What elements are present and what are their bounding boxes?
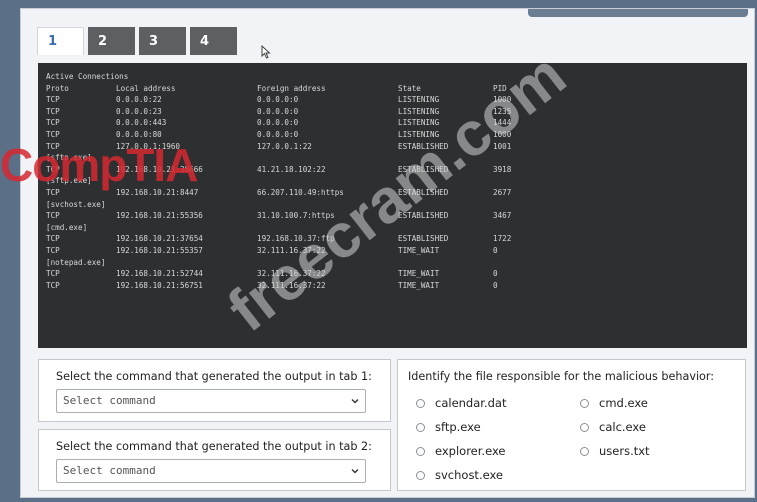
option-calendar-dat[interactable]: calendar.dat: [416, 396, 506, 410]
option-users-txt[interactable]: users.txt: [580, 444, 650, 458]
tab-3[interactable]: 3: [139, 27, 186, 55]
cell-pid: 1722: [493, 234, 512, 244]
tab-bar: 1 2 3 4: [37, 27, 237, 55]
cell-foreign-address: 0.0.0.0:0: [257, 118, 299, 128]
tab-1[interactable]: 1: [37, 27, 84, 55]
terminal-header-row: Proto Local address Foreign address Stat…: [46, 83, 737, 95]
cell-pid: 2677: [493, 187, 512, 197]
question-1-label: Select the command that generated the ou…: [56, 370, 372, 383]
radio-icon[interactable]: [416, 470, 425, 480]
option-label: sftp.exe: [435, 420, 481, 434]
tab-2[interactable]: 2: [88, 27, 135, 55]
mouse-cursor-icon: [261, 45, 271, 59]
connection-row: TCP 0.0.0.0:23 0.0.0.0:0 LISTENING 1235: [46, 106, 737, 118]
tab-4[interactable]: 4: [190, 27, 237, 55]
cell-proto: TCP: [46, 269, 60, 279]
exam-frame: 1 2 3 4 Active Connections Proto Local a…: [20, 8, 755, 498]
cell-local-address: 192.168.10.21:55357: [116, 245, 203, 255]
cell-state: TIME_WAIT: [398, 269, 440, 279]
tab1-command-select[interactable]: Select command: [56, 389, 366, 413]
cell-pid: 0: [493, 245, 498, 255]
option-label: svchost.exe: [435, 468, 504, 482]
cell-pid: 0: [493, 269, 498, 279]
cell-state: TIME_WAIT: [398, 280, 440, 290]
question-3-panel: Identify the file responsible for the ma…: [397, 359, 746, 491]
question-1-panel: Select the command that generated the ou…: [38, 359, 391, 422]
cell-foreign-address: 127.0.0.1:22: [257, 141, 312, 151]
option-label: users.txt: [599, 444, 650, 458]
cell-local-address: 192.168.10.21:55356: [116, 211, 203, 221]
cell-proto: TCP: [46, 234, 60, 244]
radio-icon[interactable]: [580, 446, 589, 456]
chevron-down-icon: [351, 399, 359, 404]
option-explorer-exe[interactable]: explorer.exe: [416, 444, 506, 458]
cell-local-address: 0.0.0.0:22: [116, 95, 162, 105]
cell-pid: 3918: [493, 164, 512, 174]
cell-foreign-address: 0.0.0.0:0: [257, 106, 299, 116]
option-label: calc.exe: [599, 420, 646, 434]
option-label: cmd.exe: [599, 396, 648, 410]
cell-proto: TCP: [46, 95, 60, 105]
connection-row: TCP 192.168.10.21:56751 32.111.16.37:22 TIM…: [46, 280, 737, 292]
chevron-down-icon: [351, 469, 359, 474]
radio-icon[interactable]: [580, 398, 589, 408]
cell-proto: TCP: [46, 106, 60, 116]
cell-state: ESTABLISHED: [398, 234, 449, 244]
tab1-command-select-value: Select command: [63, 394, 156, 407]
question-3-label: Identify the file responsible for the ma…: [408, 370, 715, 383]
header-local-address: Local address: [116, 83, 176, 93]
question-2-label: Select the command that generated the ou…: [56, 440, 372, 453]
cell-pid: 0: [493, 280, 498, 290]
cell-pid: 3467: [493, 211, 512, 221]
cell-proto: TCP: [46, 118, 60, 128]
terminal-title: Active Connections: [46, 72, 129, 81]
radio-icon[interactable]: [416, 398, 425, 408]
cell-local-address: 192.168.10.21:37654: [116, 234, 203, 244]
cell-foreign-address: 0.0.0.0:0: [257, 95, 299, 105]
connection-row: TCP 0.0.0.0:22 0.0.0.0:0 LISTENING 1000: [46, 94, 737, 106]
comptia-watermark: CompTIA: [0, 139, 198, 191]
cell-foreign-address: 0.0.0.0:0: [257, 129, 299, 139]
tab2-command-select-value: Select command: [63, 464, 156, 477]
cell-proto: TCP: [46, 211, 60, 221]
cell-state: TIME_WAIT: [398, 245, 440, 255]
question-2-panel: Select the command that generated the ou…: [38, 429, 391, 491]
cell-local-address: 0.0.0.0:23: [116, 106, 162, 116]
connection-row: TCP 192.168.10.21:55357 32.111.16.37:22 TIM…: [46, 245, 737, 257]
option-cmd-exe[interactable]: cmd.exe: [580, 396, 648, 410]
option-sftp-exe[interactable]: sftp.exe: [416, 420, 481, 434]
radio-icon[interactable]: [416, 446, 425, 456]
option-label: calendar.dat: [435, 396, 507, 410]
cell-proto: TCP: [46, 280, 60, 290]
radio-icon[interactable]: [416, 422, 425, 432]
option-calc-exe[interactable]: calc.exe: [580, 420, 646, 434]
cell-proto: TCP: [46, 245, 60, 255]
radio-icon[interactable]: [580, 422, 589, 432]
connection-row: TCP 192.168.10.21:52744 32.111.16.37:22 TIM…: [46, 268, 737, 280]
option-svchost-exe[interactable]: svchost.exe: [416, 468, 503, 482]
window-top-decoration: [528, 9, 748, 17]
process-name-line: [notepad.exe]: [46, 257, 106, 267]
option-label: explorer.exe: [435, 444, 506, 458]
cell-local-address: 0.0.0.0:443: [116, 118, 167, 128]
tab2-command-select[interactable]: Select command: [56, 459, 366, 483]
connection-row: TCP 0.0.0.0:443 0.0.0.0:0 LISTENING 1444: [46, 117, 737, 129]
header-proto: Proto: [46, 83, 69, 93]
header-foreign-address: Foreign address: [257, 83, 326, 93]
